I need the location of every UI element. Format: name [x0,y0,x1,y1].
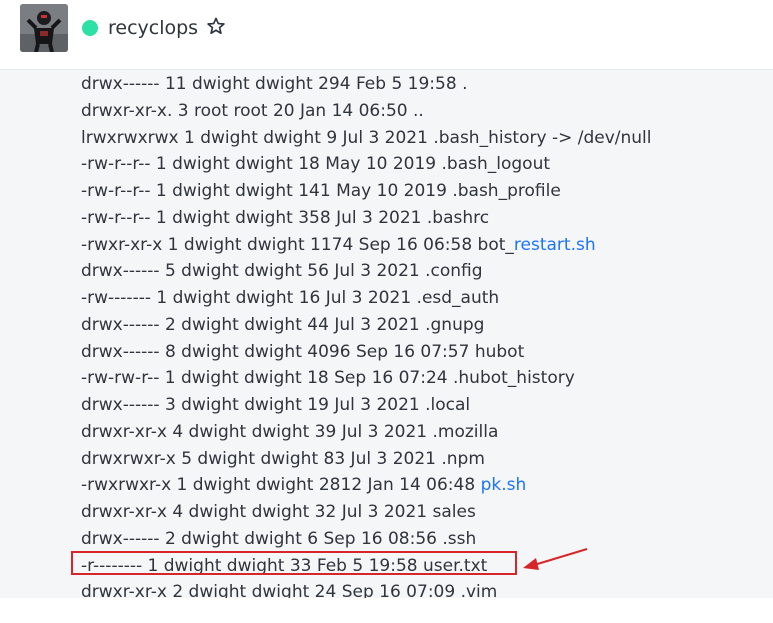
listing-text: -rw-rw-r-- 1 dwight dwight 18 Sep 16 07:… [81,368,575,388]
listing-line: -rw-r--r-- 1 dwight dwight 141 May 10 20… [81,179,561,203]
listing-line: -rwxr-xr-x 1 dwight dwight 1174 Sep 16 0… [81,233,596,257]
room-avatar[interactable] [20,4,68,52]
listing-text: drwx------ 8 dwight dwight 4096 Sep 16 0… [81,342,525,362]
listing-text: drwx------ 2 dwight dwight 44 Jul 3 2021… [81,315,485,335]
listing-line: -rw-r--r-- 1 dwight dwight 18 May 10 201… [81,152,550,176]
room-header: recyclops [0,0,773,70]
online-status-dot [82,20,98,36]
bottom-area [0,598,773,623]
listing-line: lrwxrwxrwx 1 dwight dwight 9 Jul 3 2021 … [81,126,652,150]
listing-line: drwxr-xr-x. 3 root root 20 Jan 14 06:50 … [81,99,424,123]
listing-line: -rw-r--r-- 1 dwight dwight 358 Jul 3 202… [81,206,489,230]
listing-text: -rwxr-xr-x 1 dwight dwight 1174 Sep 16 0… [81,235,514,255]
listing-text: -rwxrwxr-x 1 dwight dwight 2812 Jan 14 0… [81,475,481,495]
listing-line: drwx------ 2 dwight dwight 6 Sep 16 08:5… [81,527,476,551]
listing-line: -rw------- 1 dwight dwight 16 Jul 3 2021… [81,286,499,310]
listing-line: drwxrwxr-x 5 dwight dwight 83 Jul 3 2021… [81,447,485,471]
listing-line: drwxr-xr-x 4 dwight dwight 39 Jul 3 2021… [81,420,498,444]
annotation-arrow [523,548,588,570]
listing-line: drwx------ 3 dwight dwight 19 Jul 3 2021… [81,393,470,417]
file-link[interactable]: restart.sh [514,235,596,255]
listing-line: drwx------ 8 dwight dwight 4096 Sep 16 0… [81,340,524,364]
listing-line: drwx------ 11 dwight dwight 294 Feb 5 19… [81,72,467,96]
file-link[interactable]: pk.sh [481,475,527,495]
listing-text: drwx------ 3 dwight dwight 19 Jul 3 2021… [81,395,471,415]
listing-text: drwxr-xr-x 2 dwight dwight 24 Sep 16 07:… [81,582,498,598]
listing-line: drwxr-xr-x 4 dwight dwight 32 Jul 3 2021… [81,500,476,524]
listing-text: -rw-r--r-- 1 dwight dwight 141 May 10 20… [81,181,561,201]
listing-text: drwxr-xr-x 4 dwight dwight 32 Jul 3 2021… [81,502,476,522]
listing-line: -rwxrwxr-x 1 dwight dwight 2812 Jan 14 0… [81,473,526,497]
listing-text: -rw-r--r-- 1 dwight dwight 358 Jul 3 202… [81,208,490,228]
listing-line: drwx------ 5 dwight dwight 56 Jul 3 2021… [81,259,483,283]
listing-text: drwxr-xr-x. 3 root root 20 Jan 14 06:50 … [81,101,424,121]
listing-text: -rw-r--r-- 1 dwight dwight 18 May 10 201… [81,154,551,174]
star-outline-icon[interactable] [206,16,226,36]
listing-text: drwxrwxr-x 5 dwight dwight 83 Jul 3 2021… [81,449,485,469]
listing-text: lrwxrwxrwx 1 dwight dwight 9 Jul 3 2021 … [81,128,652,148]
highlight-box [71,551,517,575]
listing-text: drwx------ 5 dwight dwight 56 Jul 3 2021… [81,261,483,281]
listing-text: -rw------- 1 dwight dwight 16 Jul 3 2021… [81,288,500,308]
listing-line: -rw-rw-r-- 1 dwight dwight 18 Sep 16 07:… [81,366,575,390]
message-body: drwx------ 11 dwight dwight 294 Feb 5 19… [0,70,773,598]
room-name[interactable]: recyclops [108,15,198,41]
listing-text: drwxr-xr-x 4 dwight dwight 39 Jul 3 2021… [81,422,499,442]
listing-text: drwx------ 11 dwight dwight 294 Feb 5 19… [81,74,468,94]
listing-text: drwx------ 2 dwight dwight 6 Sep 16 08:5… [81,529,477,549]
listing-line: drwxr-xr-x 2 dwight dwight 24 Sep 16 07:… [81,580,497,598]
listing-line: drwx------ 2 dwight dwight 44 Jul 3 2021… [81,313,484,337]
